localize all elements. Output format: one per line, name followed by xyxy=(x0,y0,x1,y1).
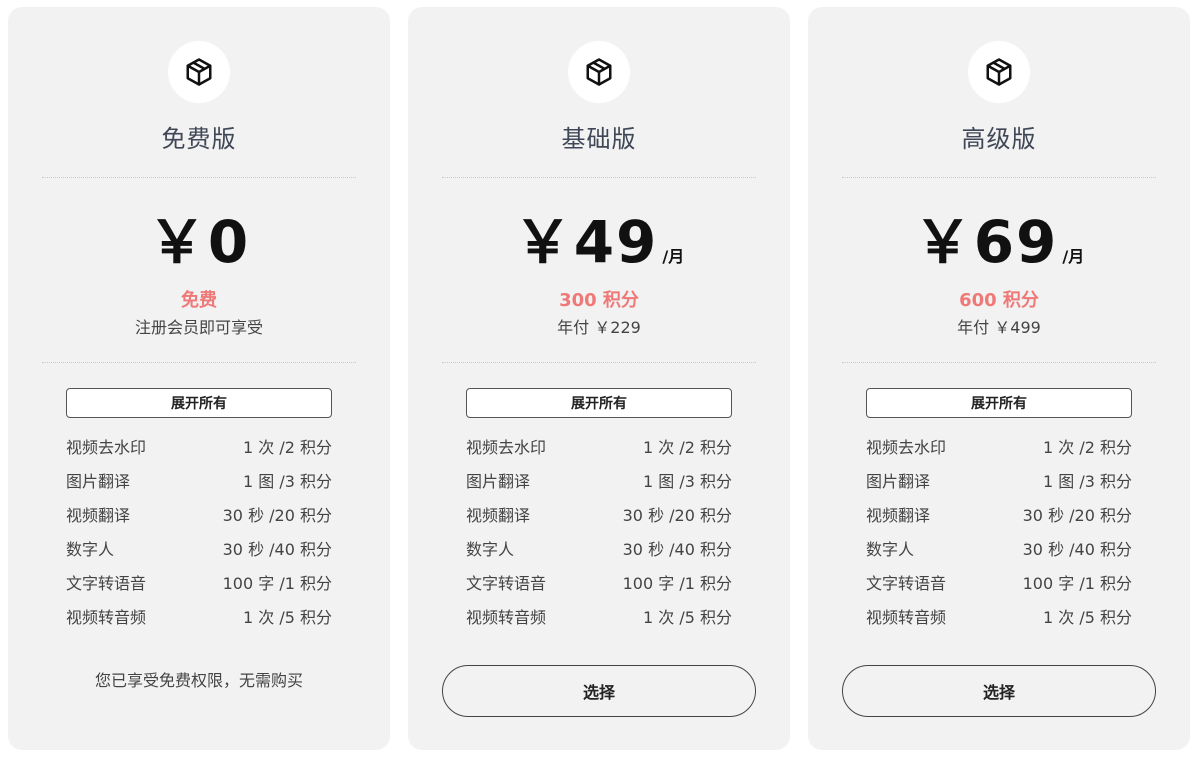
feature-name: 视频翻译 xyxy=(466,506,531,525)
expand-all-button[interactable]: 展开所有 xyxy=(866,388,1132,418)
plan-name: 高级版 xyxy=(961,125,1037,153)
feature-cost: 1 次 /5 积分 xyxy=(1042,608,1132,627)
feature-row: 文字转语音 100 字 /1 积分 xyxy=(66,565,332,599)
feature-row: 视频去水印 1 次 /2 积分 xyxy=(866,429,1132,463)
feature-name: 视频翻译 xyxy=(866,506,931,525)
price-value: ￥0 xyxy=(147,208,251,276)
divider xyxy=(842,362,1156,363)
feature-name: 数字人 xyxy=(66,540,115,559)
pricing-cards: 免费版 ￥0 免费 注册会员即可享受 展开所有 视频去水印 1 次 /2 积分 图… xyxy=(0,0,1200,761)
price-unit: /月 xyxy=(1062,247,1085,266)
divider xyxy=(42,177,356,178)
feature-cost: 1 次 /2 积分 xyxy=(242,438,332,457)
price-value: ￥69 xyxy=(913,208,1059,276)
feature-row: 数字人 30 秒 /40 积分 xyxy=(866,531,1132,565)
divider xyxy=(442,177,756,178)
plan-card-premium: 高级版 ￥69/月 600 积分 年付 ￥499 展开所有 视频去水印 1 次 /… xyxy=(808,7,1190,750)
plan-price: ￥0 xyxy=(8,195,390,279)
feature-cost: 1 次 /2 积分 xyxy=(1042,438,1132,457)
plan-name: 基础版 xyxy=(561,125,637,153)
feature-row: 视频去水印 1 次 /2 积分 xyxy=(466,429,732,463)
feature-cost: 30 秒 /40 积分 xyxy=(222,540,332,559)
plan-subtext: 注册会员即可享受 xyxy=(134,318,263,337)
feature-row: 视频翻译 30 秒 /20 积分 xyxy=(866,497,1132,531)
select-plan-button[interactable]: 选择 xyxy=(842,665,1156,717)
feature-row: 数字人 30 秒 /40 积分 xyxy=(466,531,732,565)
package-box-icon xyxy=(168,41,230,103)
feature-cost: 100 字 /1 积分 xyxy=(1022,574,1132,593)
feature-row: 图片翻译 1 图 /3 积分 xyxy=(866,463,1132,497)
select-plan-button[interactable]: 选择 xyxy=(442,665,756,717)
expand-all-button[interactable]: 展开所有 xyxy=(66,388,332,418)
plan-subtext: 年付 ￥229 xyxy=(557,318,641,337)
feature-name: 文字转语音 xyxy=(866,574,947,593)
feature-name: 数字人 xyxy=(866,540,915,559)
plan-credits: 免费 xyxy=(181,290,217,311)
feature-name: 视频翻译 xyxy=(66,506,131,525)
divider xyxy=(42,362,356,363)
package-box-icon xyxy=(568,41,630,103)
feature-cost: 30 秒 /20 积分 xyxy=(1022,506,1132,525)
plan-name: 免费版 xyxy=(161,125,237,153)
plan-credits: 300 积分 xyxy=(559,290,639,311)
feature-row: 视频去水印 1 次 /2 积分 xyxy=(66,429,332,463)
price-unit: /月 xyxy=(662,247,685,266)
feature-row: 文字转语音 100 字 /1 积分 xyxy=(466,565,732,599)
feature-row: 视频转音频 1 次 /5 积分 xyxy=(866,599,1132,633)
plan-price: ￥49/月 xyxy=(408,195,790,279)
feature-row: 文字转语音 100 字 /1 积分 xyxy=(866,565,1132,599)
feature-cost: 30 秒 /20 积分 xyxy=(222,506,332,525)
price-value: ￥49 xyxy=(513,208,659,276)
feature-row: 数字人 30 秒 /40 积分 xyxy=(66,531,332,565)
feature-cost: 1 图 /3 积分 xyxy=(1042,472,1132,491)
feature-name: 视频转音频 xyxy=(866,608,947,627)
plan-price: ￥69/月 xyxy=(808,195,1190,279)
feature-list: 视频去水印 1 次 /2 积分 图片翻译 1 图 /3 积分 视频翻译 30 秒 /2… xyxy=(866,429,1132,633)
feature-name: 图片翻译 xyxy=(466,472,531,491)
package-box-icon xyxy=(968,41,1030,103)
plan-subtext: 年付 ￥499 xyxy=(957,318,1041,337)
feature-name: 视频去水印 xyxy=(466,438,547,457)
feature-row: 视频转音频 1 次 /5 积分 xyxy=(466,599,732,633)
feature-cost: 1 次 /2 积分 xyxy=(642,438,732,457)
feature-cost: 1 次 /5 积分 xyxy=(242,608,332,627)
feature-name: 文字转语音 xyxy=(66,574,147,593)
feature-cost: 30 秒 /20 积分 xyxy=(622,506,732,525)
feature-name: 视频去水印 xyxy=(66,438,147,457)
feature-row: 视频翻译 30 秒 /20 积分 xyxy=(466,497,732,531)
feature-name: 视频转音频 xyxy=(466,608,547,627)
feature-name: 图片翻译 xyxy=(866,472,931,491)
feature-name: 文字转语音 xyxy=(466,574,547,593)
feature-row: 视频翻译 30 秒 /20 积分 xyxy=(66,497,332,531)
feature-cost: 1 图 /3 积分 xyxy=(242,472,332,491)
plan-card-basic: 基础版 ￥49/月 300 积分 年付 ￥229 展开所有 视频去水印 1 次 /… xyxy=(408,7,790,750)
feature-name: 图片翻译 xyxy=(66,472,131,491)
divider xyxy=(442,362,756,363)
feature-cost: 100 字 /1 积分 xyxy=(222,574,332,593)
feature-list: 视频去水印 1 次 /2 积分 图片翻译 1 图 /3 积分 视频翻译 30 秒 /2… xyxy=(66,429,332,633)
expand-all-button[interactable]: 展开所有 xyxy=(466,388,732,418)
feature-row: 视频转音频 1 次 /5 积分 xyxy=(66,599,332,633)
feature-cost: 30 秒 /40 积分 xyxy=(1022,540,1132,559)
feature-row: 图片翻译 1 图 /3 积分 xyxy=(466,463,732,497)
free-plan-note: 您已享受免费权限，无需购买 xyxy=(94,671,303,690)
feature-cost: 1 次 /5 积分 xyxy=(642,608,732,627)
plan-card-free: 免费版 ￥0 免费 注册会员即可享受 展开所有 视频去水印 1 次 /2 积分 图… xyxy=(8,7,390,750)
plan-credits: 600 积分 xyxy=(959,290,1039,311)
feature-cost: 100 字 /1 积分 xyxy=(622,574,732,593)
feature-name: 数字人 xyxy=(466,540,515,559)
feature-name: 视频去水印 xyxy=(866,438,947,457)
feature-name: 视频转音频 xyxy=(66,608,147,627)
feature-list: 视频去水印 1 次 /2 积分 图片翻译 1 图 /3 积分 视频翻译 30 秒 /2… xyxy=(466,429,732,633)
feature-row: 图片翻译 1 图 /3 积分 xyxy=(66,463,332,497)
feature-cost: 1 图 /3 积分 xyxy=(642,472,732,491)
feature-cost: 30 秒 /40 积分 xyxy=(622,540,732,559)
divider xyxy=(842,177,1156,178)
